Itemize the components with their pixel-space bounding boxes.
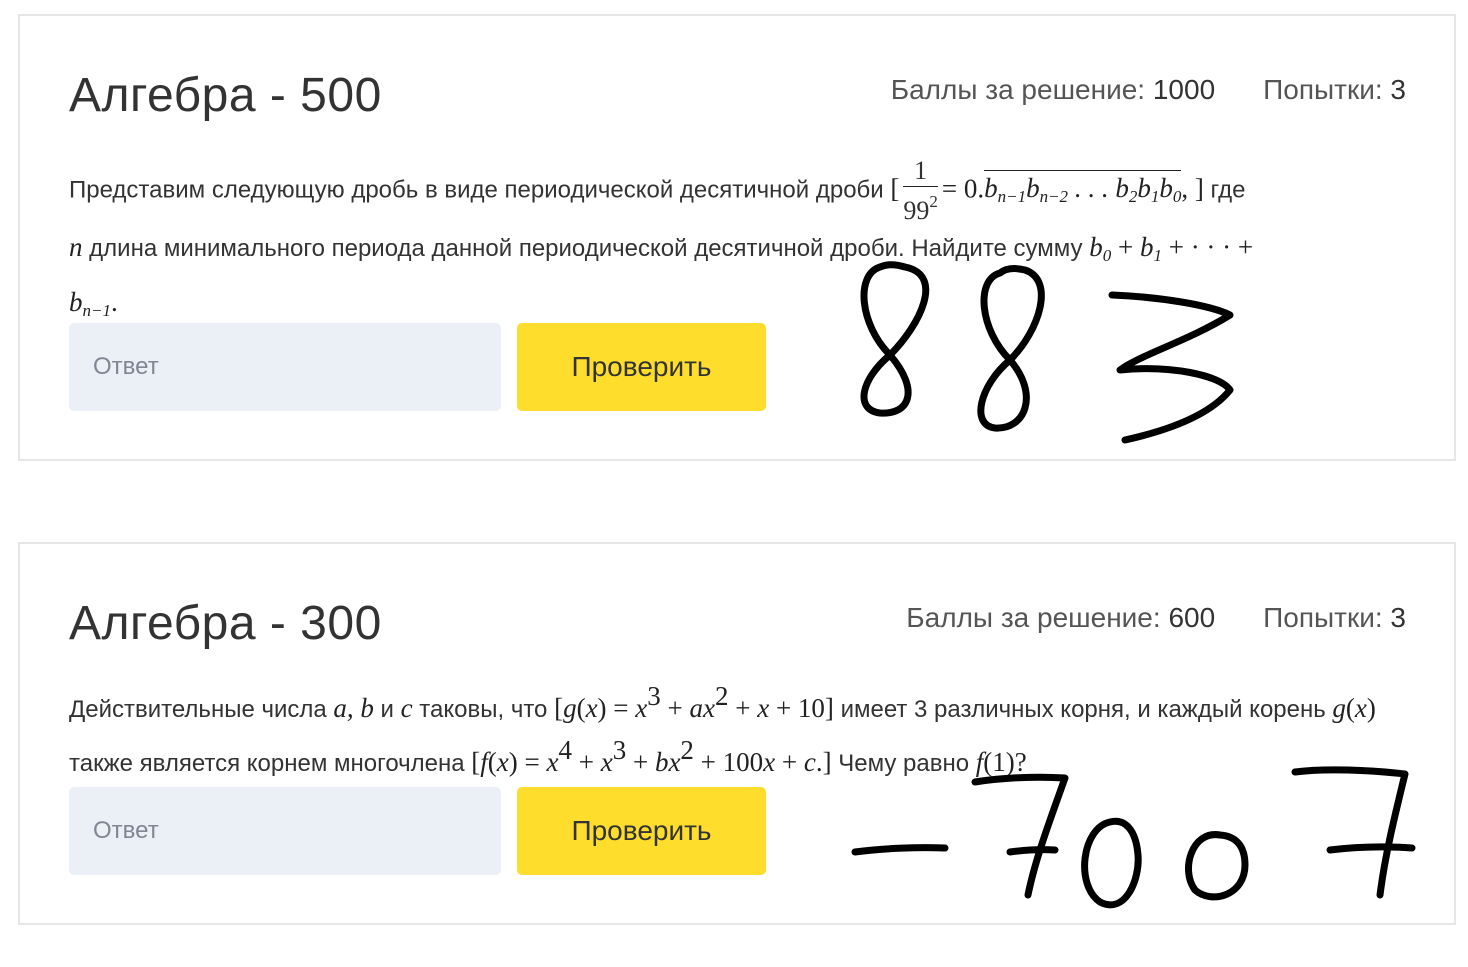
handwritten-minus <box>851 844 949 856</box>
task-meta: Баллы за решение: 1000 Попытки: 3 <box>891 74 1406 106</box>
task-title: Алгебра - 500 <box>69 69 382 122</box>
handwritten-digit-7 <box>1291 766 1409 899</box>
task-meta: Баллы за решение: 600 Попытки: 3 <box>906 602 1406 634</box>
attempts-value: 3 <box>1390 602 1406 633</box>
handwritten-answer-883 <box>860 261 1234 444</box>
handwritten-digit-3 <box>1108 291 1234 444</box>
attempts-value: 3 <box>1390 74 1406 105</box>
handwritten-digit-8 <box>977 265 1045 432</box>
attempts-info: Попытки: 3 <box>1263 602 1406 633</box>
handwritten-digit-7 <box>971 773 1069 899</box>
check-button[interactable]: Проверить <box>517 787 766 875</box>
points-info: Баллы за решение: 1000 <box>890 74 1216 105</box>
handwritten-digit-0 <box>1185 831 1249 901</box>
fraction: 1 992 <box>903 156 938 225</box>
answer-input[interactable] <box>69 323 501 411</box>
task-title: Алгебра - 300 <box>69 597 382 650</box>
attempts-info: Попытки: 3 <box>1263 74 1406 105</box>
handwritten-digit-7-bar <box>1006 846 1059 856</box>
points-info: Баллы за решение: 600 <box>906 602 1216 633</box>
handwritten-answer-minus-7007 <box>851 766 1416 909</box>
check-button[interactable]: Проверить <box>517 323 766 411</box>
answer-input[interactable] <box>69 787 501 875</box>
handwritten-digit-8 <box>860 261 930 417</box>
handwritten-digit-0 <box>1081 817 1142 909</box>
handwritten-digit-7-bar <box>1326 843 1416 854</box>
points-value: 600 <box>1168 602 1216 633</box>
points-value: 1000 <box>1152 74 1216 105</box>
